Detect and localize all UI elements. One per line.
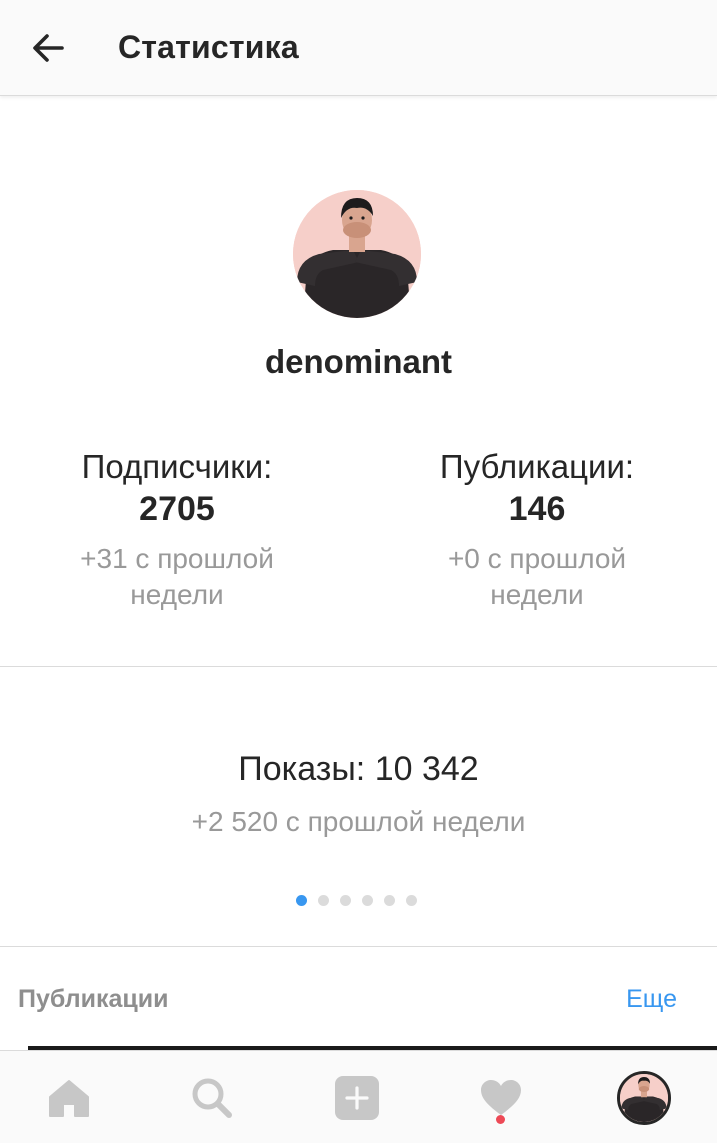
nav-search[interactable] — [162, 1051, 262, 1143]
divider — [0, 666, 717, 667]
pager-dot[interactable] — [384, 895, 395, 906]
posts-count: 146 — [508, 490, 566, 528]
nav-activity[interactable] — [451, 1051, 551, 1143]
followers-change: +31 с прошлой недели — [80, 543, 274, 610]
home-icon — [49, 1079, 89, 1117]
see-more-link[interactable]: Еще — [626, 985, 677, 1014]
impressions-label[interactable]: Показы: 10 342 — [0, 750, 717, 789]
pager-dot-active[interactable] — [296, 895, 307, 906]
username: denominant — [265, 343, 452, 380]
nav-add[interactable] — [307, 1051, 407, 1143]
back-button[interactable] — [0, 0, 96, 96]
followers-label: Подписчики: — [81, 448, 273, 485]
pager-dot[interactable] — [362, 895, 373, 906]
pager-dot[interactable] — [318, 895, 329, 906]
carousel-pager[interactable] — [296, 895, 417, 906]
posts-label: Публикации: — [439, 448, 635, 485]
followers-count: 2705 — [139, 490, 215, 528]
nav-profile[interactable] — [594, 1051, 694, 1143]
app-bar: Статистика — [0, 0, 717, 96]
notification-dot — [496, 1115, 505, 1124]
nav-home[interactable] — [19, 1051, 119, 1143]
avatar-figure — [293, 190, 421, 318]
posts-stat: Публикации: 146 +0 с прошлой недели — [387, 447, 687, 613]
bottom-nav — [0, 1050, 717, 1143]
divider — [0, 946, 717, 947]
impressions-change: +2 520 с прошлой недели — [191, 806, 526, 837]
add-icon — [335, 1075, 379, 1120]
profile-avatar — [293, 190, 421, 318]
posts-change: +0 с прошлой недели — [447, 543, 627, 610]
posts-section-title: Публикации — [18, 985, 169, 1013]
search-icon — [192, 1078, 232, 1118]
page-title: Статистика — [118, 29, 299, 65]
pager-dot[interactable] — [340, 895, 351, 906]
pager-dot[interactable] — [406, 895, 417, 906]
arrow-left-icon — [33, 33, 64, 62]
heart-icon — [481, 1079, 521, 1115]
profile-avatar-small — [617, 1070, 671, 1125]
avatar-figure-small — [620, 1073, 668, 1122]
followers-stat: Подписчики: 2705 +31 с прошлой недели — [27, 447, 327, 613]
